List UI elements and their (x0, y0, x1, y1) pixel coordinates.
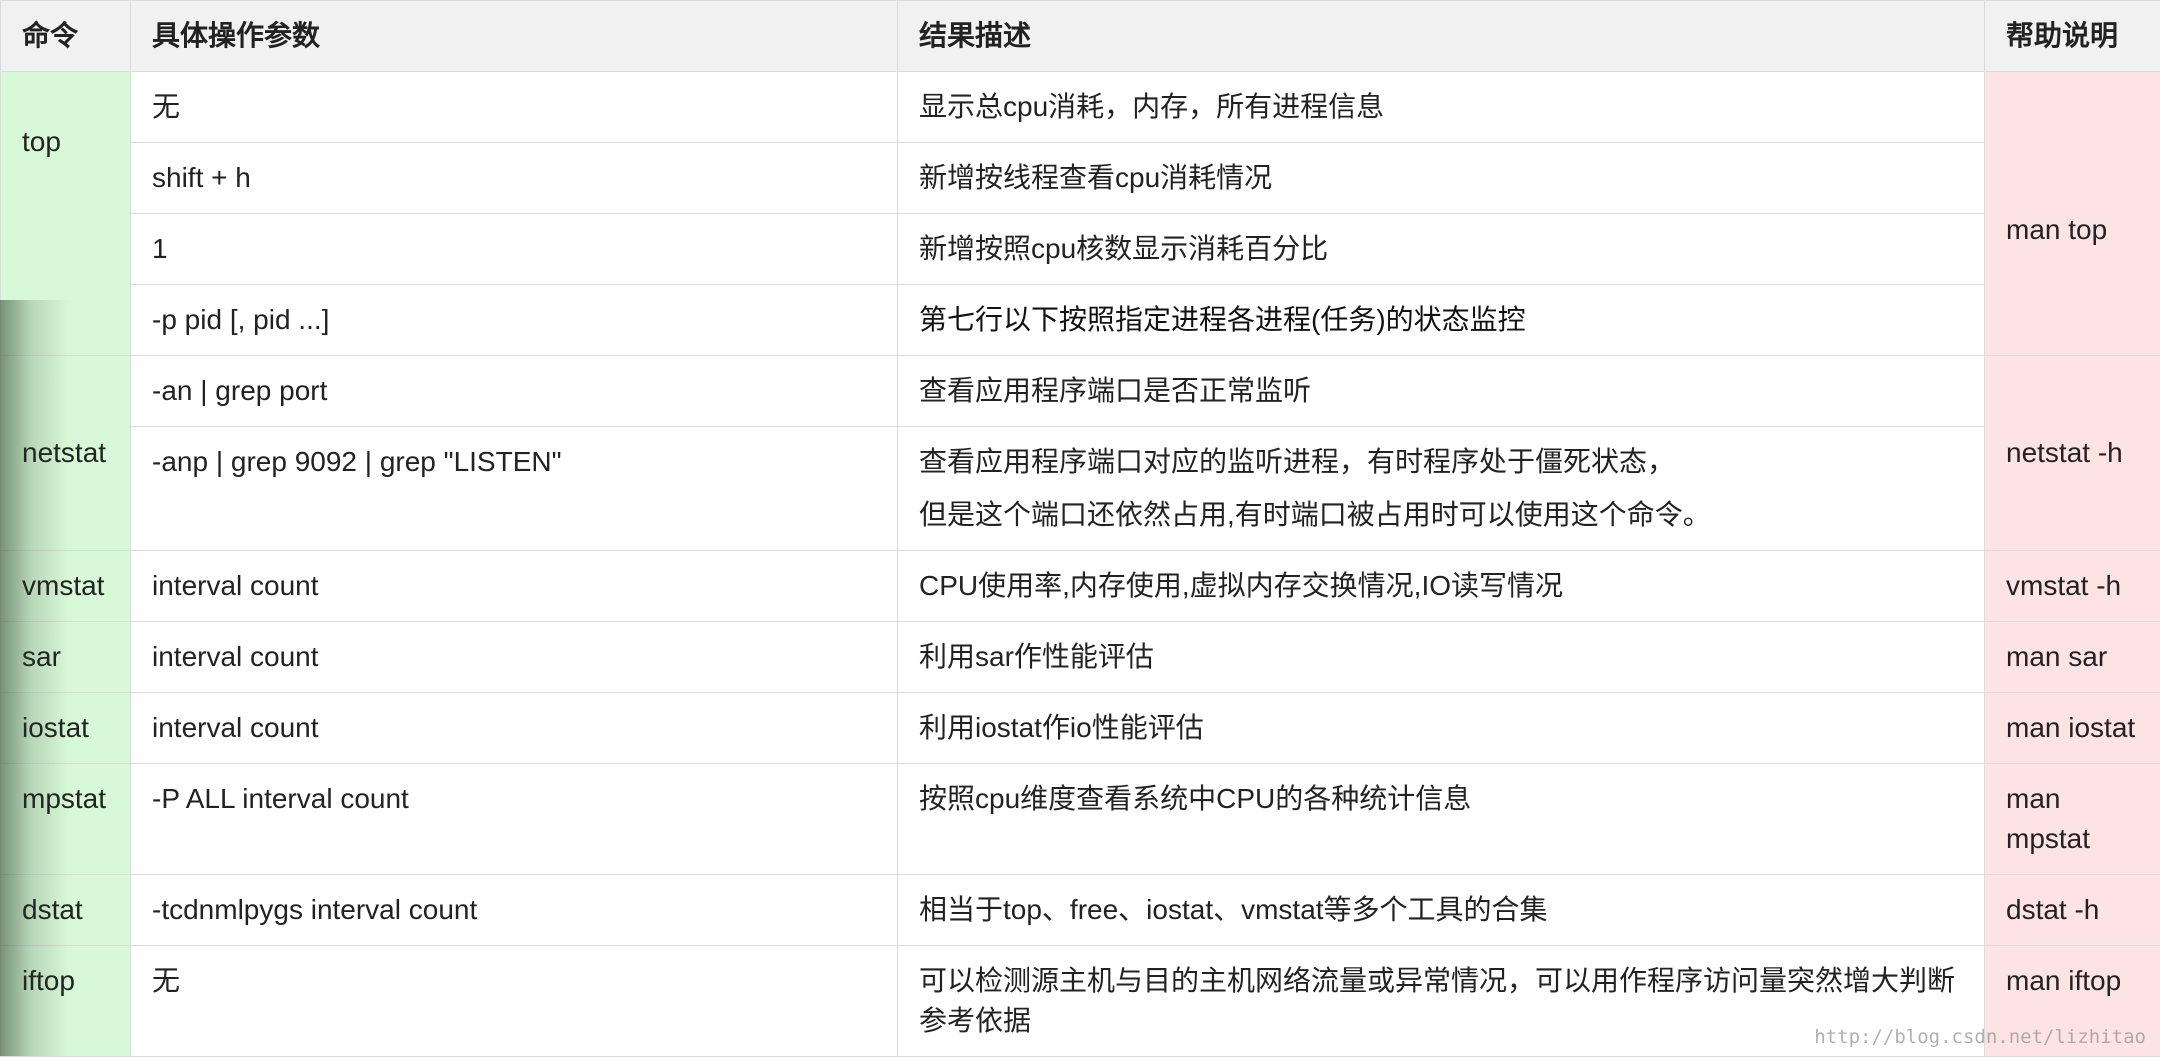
params-cell: -P ALL interval count (131, 764, 898, 875)
command-cell-iftop: iftop (1, 946, 131, 1057)
result-cell: 可以检测源主机与目的主机网络流量或异常情况，可以用作程序访问量突然增大判断参考依… (898, 946, 1985, 1057)
params-cell: 无 (131, 72, 898, 143)
help-cell-vmstat: vmstat -h (1985, 551, 2160, 622)
params-cell: -tcdnmlpygs interval count (131, 875, 898, 946)
result-line: 查看应用程序端口对应的监听进程，有时程序处于僵死状态， (919, 442, 1963, 482)
table-row: -anp | grep 9092 | grep "LISTEN" 查看应用程序端… (1, 427, 2160, 551)
table-row: iftop 无 可以检测源主机与目的主机网络流量或异常情况，可以用作程序访问量突… (1, 946, 2160, 1057)
help-cell-iostat: man iostat (1985, 693, 2160, 764)
result-cell: CPU使用率,内存使用,虚拟内存交换情况,IO读写情况 (898, 551, 1985, 622)
result-cell: 第七行以下按照指定进程各进程(任务)的状态监控 (898, 285, 1985, 356)
command-cell-dstat: dstat (1, 875, 131, 946)
table-row: mpstat -P ALL interval count 按照cpu维度查看系统… (1, 764, 2160, 875)
result-cell: 利用iostat作io性能评估 (898, 693, 1985, 764)
help-cell-netstat: netstat -h (1985, 356, 2160, 551)
result-cell: 新增按线程查看cpu消耗情况 (898, 143, 1985, 214)
header-help: 帮助说明 (1985, 1, 2160, 72)
result-cell: 利用sar作性能评估 (898, 622, 1985, 693)
table-row: -p pid [, pid ...] 第七行以下按照指定进程各进程(任务)的状态… (1, 285, 2160, 356)
table-row: dstat -tcdnmlpygs interval count 相当于top、… (1, 875, 2160, 946)
params-cell: 1 (131, 214, 898, 285)
command-cell-vmstat: vmstat (1, 551, 131, 622)
command-cell-top: top (1, 72, 131, 356)
header-params: 具体操作参数 (131, 1, 898, 72)
table-row: iostat interval count 利用iostat作io性能评估 ma… (1, 693, 2160, 764)
help-cell-sar: man sar (1985, 622, 2160, 693)
result-cell: 查看应用程序端口是否正常监听 (898, 356, 1985, 427)
command-cell-netstat: netstat (1, 356, 131, 551)
result-cell: 新增按照cpu核数显示消耗百分比 (898, 214, 1985, 285)
command-cell-mpstat: mpstat (1, 764, 131, 875)
table-row: top 无 显示总cpu消耗，内存，所有进程信息 man top (1, 72, 2160, 143)
table-row: vmstat interval count CPU使用率,内存使用,虚拟内存交换… (1, 551, 2160, 622)
help-cell-top: man top (1985, 72, 2160, 356)
result-cell: 查看应用程序端口对应的监听进程，有时程序处于僵死状态， 但是这个端口还依然占用,… (898, 427, 1985, 551)
help-cell-iftop: man iftop (1985, 946, 2160, 1057)
table-row: 1 新增按照cpu核数显示消耗百分比 (1, 214, 2160, 285)
table-row: sar interval count 利用sar作性能评估 man sar (1, 622, 2160, 693)
params-cell: -an | grep port (131, 356, 898, 427)
result-cell: 相当于top、free、iostat、vmstat等多个工具的合集 (898, 875, 1985, 946)
params-cell: -p pid [, pid ...] (131, 285, 898, 356)
table-row: netstat -an | grep port 查看应用程序端口是否正常监听 n… (1, 356, 2160, 427)
params-cell: shift + h (131, 143, 898, 214)
linux-commands-table: 命令 具体操作参数 结果描述 帮助说明 top 无 显示总cpu消耗，内存，所有… (0, 0, 2160, 1057)
params-cell: 无 (131, 946, 898, 1057)
header-row: 命令 具体操作参数 结果描述 帮助说明 (1, 1, 2160, 72)
header-result: 结果描述 (898, 1, 1985, 72)
command-cell-sar: sar (1, 622, 131, 693)
result-line: 但是这个端口还依然占用,有时端口被占用时可以使用这个命令。 (919, 495, 1963, 535)
params-cell: interval count (131, 693, 898, 764)
result-cell: 显示总cpu消耗，内存，所有进程信息 (898, 72, 1985, 143)
header-command: 命令 (1, 1, 131, 72)
params-cell: -anp | grep 9092 | grep "LISTEN" (131, 427, 898, 551)
result-cell: 按照cpu维度查看系统中CPU的各种统计信息 (898, 764, 1985, 875)
table-row: shift + h 新增按线程查看cpu消耗情况 (1, 143, 2160, 214)
help-cell-mpstat: man mpstat (1985, 764, 2160, 875)
params-cell: interval count (131, 551, 898, 622)
params-cell: interval count (131, 622, 898, 693)
help-cell-dstat: dstat -h (1985, 875, 2160, 946)
command-cell-iostat: iostat (1, 693, 131, 764)
